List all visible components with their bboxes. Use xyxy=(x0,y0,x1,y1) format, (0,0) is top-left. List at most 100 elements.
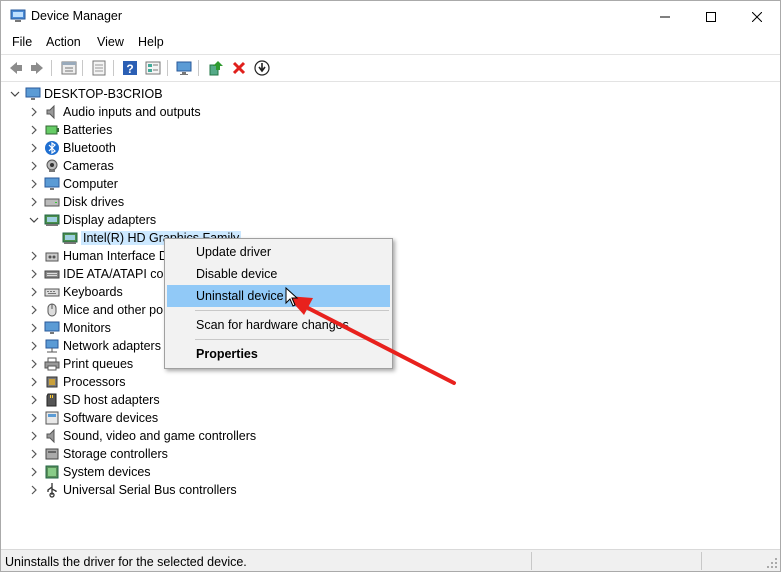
console-tree-icon[interactable] xyxy=(90,59,108,77)
tree-item-label: Network adapters xyxy=(63,339,161,353)
bluetooth-icon xyxy=(44,140,60,156)
help-icon[interactable]: ? xyxy=(121,59,139,77)
chevron-down-icon[interactable] xyxy=(28,214,40,226)
properties-menu-item[interactable]: Properties xyxy=(167,343,390,365)
processor-icon xyxy=(44,374,60,390)
toolbar-separator xyxy=(167,60,168,76)
chevron-right-icon[interactable] xyxy=(28,196,40,208)
status-text: Uninstalls the driver for the selected d… xyxy=(5,555,247,569)
chevron-right-icon[interactable] xyxy=(28,394,40,406)
system-device-icon xyxy=(44,464,60,480)
uninstall-device-menu-item[interactable]: Uninstall device xyxy=(167,285,390,307)
tree-item[interactable]: SD host adapters xyxy=(28,391,160,409)
tree-item[interactable]: Bluetooth xyxy=(28,139,116,157)
toolbar: ? xyxy=(1,54,780,82)
chevron-right-icon[interactable] xyxy=(28,268,40,280)
computer-icon xyxy=(44,176,60,192)
tree-item[interactable]: System devices xyxy=(28,463,151,481)
tree-item[interactable]: Monitors xyxy=(28,319,111,337)
back-icon[interactable] xyxy=(7,59,25,77)
tree-item[interactable]: Human Interface D xyxy=(28,247,168,265)
scan-hardware-menu-item[interactable]: Scan for hardware changes xyxy=(167,314,390,336)
menu-bar: File Action View Help xyxy=(1,32,780,53)
tree-item[interactable]: Sound, video and game controllers xyxy=(28,427,256,445)
update-driver-icon[interactable] xyxy=(207,59,225,77)
download-icon[interactable] xyxy=(253,59,271,77)
display-adapter-icon xyxy=(44,212,60,228)
tree-item[interactable]: Mice and other po xyxy=(28,301,163,319)
menu-help[interactable]: Help xyxy=(138,35,164,49)
chevron-right-icon[interactable] xyxy=(28,142,40,154)
tree-item-label: IDE ATA/ATAPI cor xyxy=(63,267,168,281)
tree-item-label: Software devices xyxy=(63,411,159,425)
tree-item[interactable]: Display adapters xyxy=(28,211,156,229)
device-manager-window: Device Manager File Action View Help ? D… xyxy=(0,0,781,572)
tree-root[interactable]: DESKTOP-B3CRIOB xyxy=(9,85,163,103)
status-bar: Uninstalls the driver for the selected d… xyxy=(1,549,780,571)
tree-item[interactable]: Audio inputs and outputs xyxy=(28,103,201,121)
view-icon[interactable] xyxy=(144,59,162,77)
chevron-right-icon[interactable] xyxy=(28,376,40,388)
menu-action[interactable]: Action xyxy=(46,35,81,49)
tree-item[interactable]: Cameras xyxy=(28,157,114,175)
menu-separator xyxy=(195,339,389,340)
tree-item-label: System devices xyxy=(63,465,151,479)
toolbar-separator xyxy=(113,60,114,76)
minimize-button[interactable] xyxy=(642,1,688,32)
chevron-right-icon[interactable] xyxy=(28,430,40,442)
chevron-right-icon[interactable] xyxy=(28,124,40,136)
tree-item[interactable]: Storage controllers xyxy=(28,445,168,463)
chevron-right-icon[interactable] xyxy=(28,160,40,172)
chevron-right-icon[interactable] xyxy=(28,322,40,334)
tree-item[interactable]: Software devices xyxy=(28,409,158,427)
camera-icon xyxy=(44,158,60,174)
toolbar-separator xyxy=(51,60,52,76)
storage-icon xyxy=(44,446,60,462)
update-driver-menu-item[interactable]: Update driver xyxy=(167,241,390,263)
chevron-right-icon[interactable] xyxy=(28,304,40,316)
battery-icon xyxy=(44,122,60,138)
forward-icon[interactable] xyxy=(28,59,46,77)
status-separator xyxy=(531,552,532,570)
tree-item[interactable]: Network adapters xyxy=(28,337,161,355)
disk-icon xyxy=(44,194,60,210)
chevron-right-icon[interactable] xyxy=(28,484,40,496)
tree-item[interactable]: Universal Serial Bus controllers xyxy=(28,481,237,499)
chevron-right-icon[interactable] xyxy=(28,250,40,262)
tree-item[interactable]: Processors xyxy=(28,373,126,391)
tree-item[interactable]: Print queues xyxy=(28,355,133,373)
maximize-button[interactable] xyxy=(688,1,734,32)
disable-device-menu-item[interactable]: Disable device xyxy=(167,263,390,285)
tree-item-label: Sound, video and game controllers xyxy=(63,429,257,443)
chevron-right-icon[interactable] xyxy=(28,358,40,370)
tree-item[interactable]: Disk drives xyxy=(28,193,124,211)
chevron-right-icon[interactable] xyxy=(28,178,40,190)
toolbar-separator xyxy=(198,60,199,76)
chevron-down-icon[interactable] xyxy=(9,88,21,100)
chevron-right-icon[interactable] xyxy=(28,340,40,352)
tree-item[interactable]: Keyboards xyxy=(28,283,123,301)
tree-item[interactable]: IDE ATA/ATAPI cor xyxy=(28,265,168,283)
tree-item-label: Monitors xyxy=(63,321,111,335)
resize-grip-icon[interactable] xyxy=(766,557,778,569)
chevron-right-icon[interactable] xyxy=(28,466,40,478)
tree-item-label: Audio inputs and outputs xyxy=(63,105,201,119)
uninstall-icon[interactable] xyxy=(230,59,248,77)
hid-icon xyxy=(44,248,60,264)
sd-card-icon xyxy=(44,392,60,408)
chevron-right-icon[interactable] xyxy=(28,448,40,460)
window-title: Device Manager xyxy=(31,9,123,23)
tree-item[interactable]: Computer xyxy=(28,175,118,193)
chevron-right-icon[interactable] xyxy=(28,286,40,298)
chevron-right-icon[interactable] xyxy=(28,412,40,424)
properties-icon[interactable] xyxy=(60,59,78,77)
title-bar: Device Manager xyxy=(1,1,780,32)
menu-file[interactable]: File xyxy=(12,35,32,49)
computer-scan-icon[interactable] xyxy=(175,59,193,77)
tree-item[interactable]: Batteries xyxy=(28,121,112,139)
printer-icon xyxy=(44,356,60,372)
chevron-right-icon[interactable] xyxy=(28,106,40,118)
close-button[interactable] xyxy=(734,1,780,32)
tree-item-label: Cameras xyxy=(63,159,114,173)
menu-view[interactable]: View xyxy=(97,35,124,49)
